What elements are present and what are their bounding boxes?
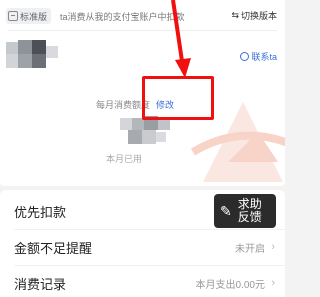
month-spent-label: 本月已用 bbox=[106, 154, 143, 164]
card-header: 标准版 ta消费从我的支付宝账户中扣款 ⇆ 切换版本 bbox=[0, 0, 285, 30]
version-badge: 标准版 bbox=[6, 8, 52, 24]
list-item-value: 本月支出0.00元 bbox=[195, 279, 265, 291]
switch-version-button[interactable]: ⇆ 切换版本 bbox=[231, 9, 277, 22]
payment-description: ta消费从我的支付宝账户中扣款 bbox=[60, 12, 185, 22]
contact-label: 联系ta bbox=[251, 52, 277, 62]
switch-version-label: 切换版本 bbox=[240, 11, 277, 21]
version-badge-label: 标准版 bbox=[20, 11, 48, 22]
edit-pencil-icon: ✎ bbox=[220, 202, 232, 219]
help-feedback-label: 求助反馈 bbox=[237, 197, 262, 224]
list-item-title: 金额不足提醒 bbox=[14, 240, 93, 256]
list-item-title: 消费记录 bbox=[14, 276, 67, 292]
list-item-spending-records[interactable]: 消费记录 本月支出0.00元 › bbox=[0, 266, 285, 297]
list-item-title: 优先扣款 bbox=[14, 204, 67, 220]
highlight-box bbox=[142, 76, 214, 120]
contact-icon bbox=[240, 52, 250, 61]
list-item-low-balance-reminder[interactable]: 金额不足提醒 未开启 › bbox=[0, 230, 285, 264]
account-card: 标准版 ta消费从我的支付宝账户中扣款 ⇆ 切换版本 联系ta 每月消费额度 修… bbox=[0, 0, 285, 186]
switch-icon: ⇆ bbox=[231, 10, 239, 20]
contact-button[interactable]: 联系ta bbox=[240, 50, 277, 63]
header-divider bbox=[8, 30, 277, 31]
chevron-right-icon: › bbox=[271, 241, 275, 253]
list-item-value: 未开启 bbox=[235, 243, 265, 255]
help-feedback-button[interactable]: ✎ 求助反馈 bbox=[214, 194, 276, 228]
chevron-right-icon: › bbox=[271, 277, 275, 289]
badge-icon bbox=[8, 11, 18, 21]
